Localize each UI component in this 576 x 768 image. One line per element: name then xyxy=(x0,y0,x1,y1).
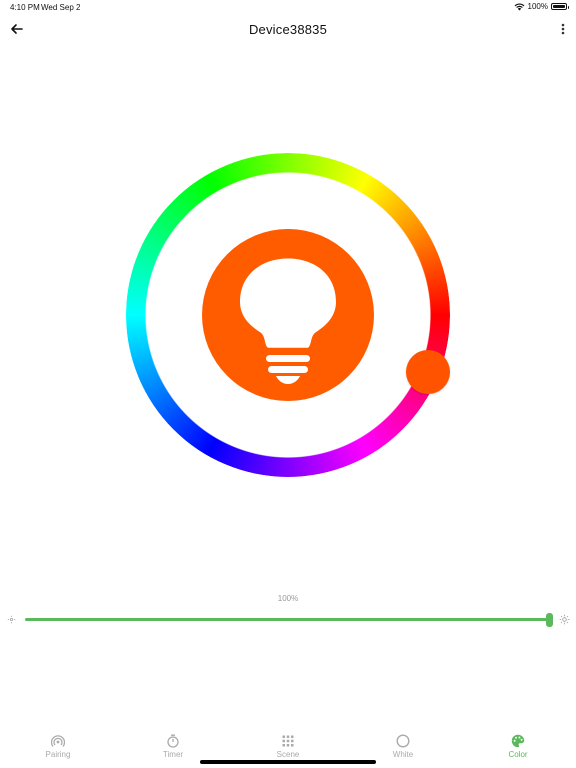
status-right: 100% xyxy=(514,2,569,11)
brightness-slider[interactable] xyxy=(25,618,551,621)
battery-percent: 100% xyxy=(527,2,548,11)
tab-pairing[interactable]: Pairing xyxy=(13,728,103,762)
color-picker xyxy=(0,0,576,768)
tab-color[interactable]: Color xyxy=(473,728,563,762)
status-time: 4:10 PM xyxy=(10,3,40,12)
status-date: Wed Sep 2 xyxy=(41,3,81,12)
brightness-slider-thumb[interactable] xyxy=(546,613,553,627)
tab-white[interactable]: White xyxy=(358,728,448,762)
selected-color-preview xyxy=(202,229,374,401)
tab-label: Pairing xyxy=(45,750,71,759)
light-bulb-icon xyxy=(240,258,336,384)
tab-scene[interactable]: Scene xyxy=(243,728,333,762)
timer-icon xyxy=(167,734,179,748)
tab-timer[interactable]: Timer xyxy=(128,728,218,762)
pairing-icon xyxy=(51,735,65,747)
battery-icon xyxy=(551,3,569,10)
brightness-value: 100% xyxy=(277,594,299,603)
tab-label: Color xyxy=(508,750,528,759)
nav-bar: Device38835 xyxy=(0,14,576,44)
tab-label: White xyxy=(392,750,414,759)
scene-grid-icon xyxy=(282,735,294,747)
page-title: Device38835 xyxy=(248,22,328,37)
wifi-icon xyxy=(514,3,524,10)
more-options-button[interactable] xyxy=(556,20,570,38)
color-wheel-knob[interactable] xyxy=(406,350,450,394)
status-bar: 4:10 PM Wed Sep 2 100% xyxy=(0,0,576,14)
brightness-high-icon xyxy=(559,614,570,625)
brightness-low-icon xyxy=(7,615,16,624)
white-circle-icon xyxy=(396,734,410,748)
home-indicator xyxy=(200,760,376,764)
palette-icon xyxy=(511,734,525,748)
tab-label: Timer xyxy=(162,750,184,759)
more-vertical-icon xyxy=(561,23,565,35)
tab-label: Scene xyxy=(276,750,300,759)
